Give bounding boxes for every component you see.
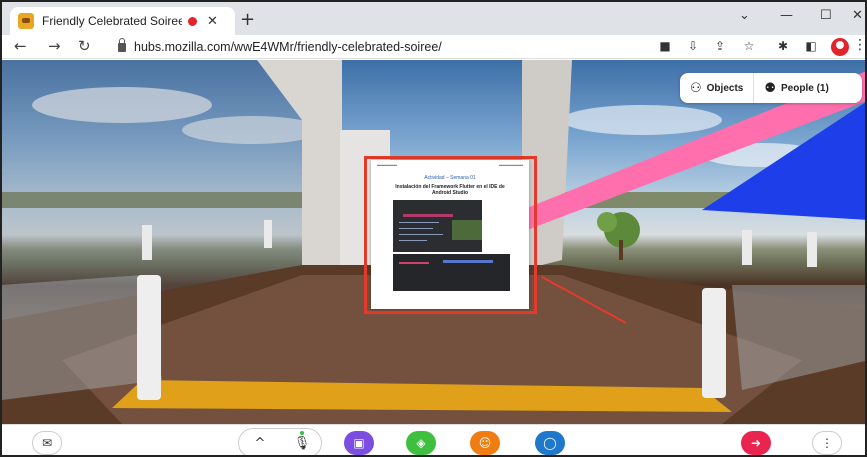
tab-title: Friendly Celebrated Soiree | xyxy=(42,14,182,28)
people-button[interactable]: ⚉ People (1) xyxy=(754,73,838,103)
document-screenshot-plugins xyxy=(393,254,510,291)
browser-menu-icon[interactable]: ⋮ xyxy=(853,37,865,53)
extensions-icon[interactable]: ✱ xyxy=(776,39,790,53)
new-tab-button[interactable]: + xyxy=(240,9,255,30)
place-button[interactable]: ◈ xyxy=(406,431,436,455)
objects-button[interactable]: ⚇ Objects xyxy=(680,73,753,103)
document-object[interactable]: ▬▬▬▬▬ ▬▬▬▬▬▬ Actividad – Semana 01 Instal… xyxy=(371,160,529,309)
share-button[interactable]: ▣ xyxy=(344,431,374,455)
leave-room-button[interactable]: ➜ xyxy=(741,431,771,455)
voice-controls: ^ 🎙 xyxy=(238,428,322,455)
star-icon[interactable]: ☆ xyxy=(742,39,756,53)
chat-button[interactable]: ◯ xyxy=(535,431,565,455)
share-icon[interactable]: ⇪ xyxy=(713,39,727,53)
more-options-button[interactable]: ⋮ xyxy=(812,431,842,455)
people-icon: ⚉ xyxy=(764,80,776,96)
maximize-button[interactable]: ☐ xyxy=(820,8,832,23)
document-subtitle: Actividad – Semana 01 xyxy=(424,175,476,181)
recording-indicator-icon xyxy=(188,16,197,26)
sidepanel-icon[interactable]: ◧ xyxy=(804,39,818,53)
people-label: People (1) xyxy=(781,82,829,94)
address-bar[interactable]: hubs.mozilla.com/wwE4WMr/friendly-celebr… xyxy=(104,36,661,58)
tab-strip: Friendly Celebrated Soiree | ✕ + ⌄ — ☐ ✕ xyxy=(2,2,865,35)
close-window-button[interactable]: ✕ xyxy=(852,8,863,23)
objects-label: Objects xyxy=(706,82,744,94)
profile-avatar-icon[interactable] xyxy=(831,38,849,56)
chat-envelope-button[interactable]: ✉ xyxy=(32,431,62,455)
tab-search-chevron-icon[interactable]: ⌄ xyxy=(739,8,750,23)
objects-people-panel: ⚇ Objects ⚉ People (1) xyxy=(680,73,862,103)
tab-close-icon[interactable]: ✕ xyxy=(207,14,218,29)
hubs-3d-scene[interactable]: ⚇ Objects ⚉ People (1) ▬▬▬▬▬ ▬▬▬▬▬▬ Activ… xyxy=(2,60,865,424)
document-header: ▬▬▬▬▬ ▬▬▬▬▬▬ xyxy=(377,162,523,167)
hubs-favicon-icon xyxy=(18,13,34,29)
camera-icon[interactable]: ■ xyxy=(658,39,672,53)
url-text: hubs.mozilla.com/wwE4WMr/friendly-celebr… xyxy=(134,40,442,54)
browser-tab[interactable]: Friendly Celebrated Soiree | ✕ xyxy=(10,7,235,35)
browser-window: Friendly Celebrated Soiree | ✕ + ⌄ — ☐ ✕… xyxy=(0,0,867,457)
objects-icon: ⚇ xyxy=(690,80,702,96)
minimize-button[interactable]: — xyxy=(780,8,793,23)
browser-toolbar: ← → ↻ hubs.mozilla.com/wwE4WMr/friendly-… xyxy=(2,35,865,59)
back-button[interactable]: ← xyxy=(14,37,27,55)
forward-button[interactable]: → xyxy=(48,37,61,55)
document-screenshot-ide xyxy=(393,200,482,252)
reload-button[interactable]: ↻ xyxy=(78,37,91,55)
react-button[interactable]: ☺ xyxy=(470,431,500,455)
hubs-bottom-bar: ✉ ^ 🎙 ▣ ◈ ☺ ◯ ➜ ⋮ xyxy=(2,424,865,455)
install-icon[interactable]: ⇩ xyxy=(686,39,700,53)
mic-active-indicator xyxy=(300,431,304,435)
document-heading: Instalación del Framework Flutter en el … xyxy=(395,184,505,196)
lock-icon xyxy=(118,37,126,52)
voice-options-chevron-icon[interactable]: ^ xyxy=(239,429,281,455)
